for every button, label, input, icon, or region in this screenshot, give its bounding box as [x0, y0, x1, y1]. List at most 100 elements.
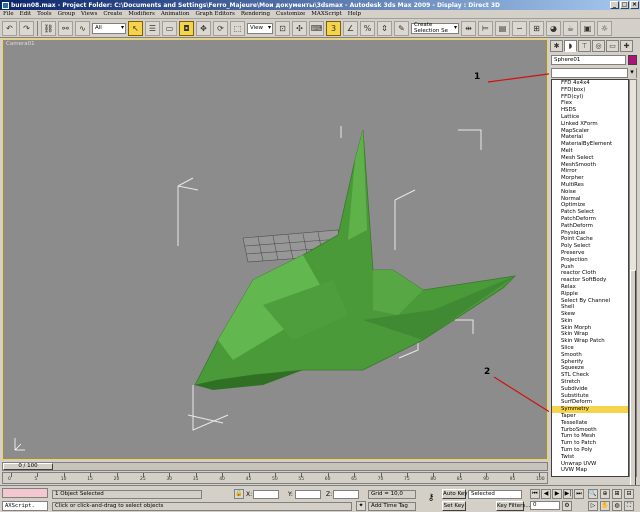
menu-group[interactable]: Group [55, 11, 78, 17]
menu-tools[interactable]: Tools [34, 11, 54, 17]
keyboard-shortcut-icon[interactable]: ⌨ [309, 20, 324, 36]
maximize-viewport-icon[interactable]: ⛶ [624, 501, 634, 511]
modifier-list-item[interactable]: Turn to Mesh [552, 433, 628, 440]
modifier-list-item[interactable]: Patch Select [552, 209, 628, 216]
menu-maxscript[interactable]: MAXScript [308, 11, 345, 17]
go-to-start-icon[interactable]: ⏮ [530, 489, 540, 499]
spinner-snap-icon[interactable]: ⇕ [377, 20, 392, 36]
select-manipulate-icon[interactable]: ✣ [292, 20, 307, 36]
maximize-button[interactable]: □ [620, 1, 629, 9]
pan-icon[interactable]: ✋ [600, 501, 610, 511]
scrollbar-thumb[interactable] [630, 270, 636, 490]
auto-key-button[interactable]: Auto Key [442, 489, 468, 499]
menu-graph-editors[interactable]: Graph Editors [192, 11, 237, 17]
minimize-button[interactable]: _ [610, 1, 619, 9]
select-and-move-icon[interactable]: ✥ [196, 20, 211, 36]
redo-icon[interactable]: ↷ [19, 20, 34, 36]
modifier-list-item[interactable]: Skin Wrap [552, 331, 628, 338]
modifier-list-item[interactable]: Lattice [552, 114, 628, 121]
modifier-list-item[interactable]: Turn to Poly [552, 447, 628, 454]
motion-tab-icon[interactable]: ◎ [592, 40, 605, 52]
modifier-list[interactable]: FFD 4x4x4 FFD(box) FFD(cyl) Flex HSDS Lattice… [551, 79, 629, 477]
modifier-list-item[interactable]: Normal [552, 196, 628, 203]
select-by-name-icon[interactable]: ☰ [145, 20, 160, 36]
modifier-list-item[interactable]: Tessellate [552, 420, 628, 427]
edit-named-selection-icon[interactable]: ✎ [394, 20, 409, 36]
modifier-list-item[interactable]: Skin Morph [552, 325, 628, 332]
menu-animation[interactable]: Animation [158, 11, 193, 17]
select-object-icon[interactable]: ↖ [128, 20, 143, 36]
reference-coordinate-dropdown[interactable]: View [247, 22, 273, 34]
modifier-list-item[interactable]: Skin Wrap Patch [552, 338, 628, 345]
named-selection-sets-dropdown[interactable]: Create Selection Se [411, 22, 459, 34]
time-config-icon[interactable]: ⚙ [562, 501, 572, 511]
modifier-list-item[interactable]: Twist [552, 454, 628, 461]
menu-file[interactable]: File [0, 11, 17, 17]
modifier-list-item[interactable]: MeshSmooth [552, 162, 628, 169]
time-slider-thumb[interactable]: 0 / 100 [3, 463, 53, 470]
modifier-list-item[interactable]: Mirror [552, 168, 628, 175]
modifier-list-item[interactable]: Skin [552, 318, 628, 325]
menu-edit[interactable]: Edit [17, 11, 35, 17]
mirror-icon[interactable]: ⇹ [461, 20, 476, 36]
x-coordinate-field[interactable] [253, 490, 279, 499]
modifier-list-item[interactable]: MultiRes [552, 182, 628, 189]
zoom-extents-icon[interactable]: ⊞ [612, 489, 622, 499]
selection-filter-dropdown[interactable]: All [92, 22, 126, 34]
modifier-list-item[interactable]: Select By Channel [552, 298, 628, 305]
modifier-list-item[interactable]: PathDeform [552, 223, 628, 230]
pivot-center-icon[interactable]: ⊡ [275, 20, 290, 36]
menu-rendering[interactable]: Rendering [238, 11, 273, 17]
modifier-list-item[interactable]: Mesh Select [552, 155, 628, 162]
render-frame-icon[interactable]: ▣ [580, 20, 595, 36]
modifier-list-item[interactable]: Smooth [552, 352, 628, 359]
modifier-list-item[interactable]: Turn to Patch [552, 440, 628, 447]
modifier-list-item[interactable]: Preserve [552, 250, 628, 257]
modifier-list-item[interactable]: Spherify [552, 359, 628, 366]
menu-views[interactable]: Views [78, 11, 100, 17]
material-editor-icon[interactable]: ◕ [546, 20, 561, 36]
snaps-toggle-icon[interactable]: 3 [326, 20, 341, 36]
play-icon[interactable]: ▶ [552, 489, 562, 499]
next-frame-icon[interactable]: ▶| [563, 489, 573, 499]
zoom-all-icon[interactable]: ⊕ [600, 489, 610, 499]
unlink-icon[interactable]: ⚯ [58, 20, 73, 36]
align-icon[interactable]: ⊨ [478, 20, 493, 36]
modifier-list-item[interactable]: STL Check [552, 372, 628, 379]
modifier-list-item[interactable]: Ripple [552, 291, 628, 298]
object-color-swatch[interactable] [628, 55, 637, 65]
zoom-icon[interactable]: 🔍 [588, 489, 598, 499]
camera-viewport[interactable]: Camera01 [2, 39, 548, 460]
select-and-rotate-icon[interactable]: ⟳ [213, 20, 228, 36]
modifier-list-item[interactable]: UVW Map [552, 467, 628, 474]
close-button[interactable]: × [630, 1, 639, 9]
zoom-extents-all-icon[interactable]: ⊟ [624, 489, 634, 499]
select-and-scale-icon[interactable]: ⬚ [230, 20, 245, 36]
modifier-list-item[interactable]: Material [552, 134, 628, 141]
modifier-list-item[interactable]: FFD 4x4x4 [552, 80, 628, 87]
modifier-list-item[interactable]: Point Cache [552, 236, 628, 243]
modifier-list-item[interactable]: Noise [552, 189, 628, 196]
menu-modifiers[interactable]: Modifiers [125, 11, 158, 17]
render-setup-icon[interactable]: ☕ [563, 20, 578, 36]
modifier-list-item[interactable]: reactor SoftBody [552, 277, 628, 284]
modifier-list-scrollbar[interactable] [629, 79, 637, 490]
modifier-list-item[interactable]: Push [552, 264, 628, 271]
layer-manager-icon[interactable]: ▤ [495, 20, 510, 36]
modifier-list-item[interactable]: Subdivide [552, 386, 628, 393]
time-slider[interactable]: 0 / 100 [2, 462, 548, 471]
menu-help[interactable]: Help [345, 11, 364, 17]
modifier-list-item[interactable]: Unwrap UVW [552, 461, 628, 468]
modifier-list-item[interactable]: Melt [552, 148, 628, 155]
modifier-list-item[interactable]: Stretch [552, 379, 628, 386]
modifier-list-item[interactable]: MapScaler [552, 128, 628, 135]
modifier-list-item[interactable]: Shell [552, 304, 628, 311]
lock-selection-icon[interactable]: 🔒 [234, 489, 244, 499]
modifier-list-item[interactable]: Projection [552, 257, 628, 264]
modifier-list-item[interactable]: Physique [552, 230, 628, 237]
schematic-view-icon[interactable]: ⊞ [529, 20, 544, 36]
utilities-tab-icon[interactable]: ✚ [620, 40, 633, 52]
quick-render-icon[interactable]: ☼ [597, 20, 612, 36]
modifier-list-item[interactable]: Skew [552, 311, 628, 318]
go-to-end-icon[interactable]: ⏭ [574, 489, 584, 499]
